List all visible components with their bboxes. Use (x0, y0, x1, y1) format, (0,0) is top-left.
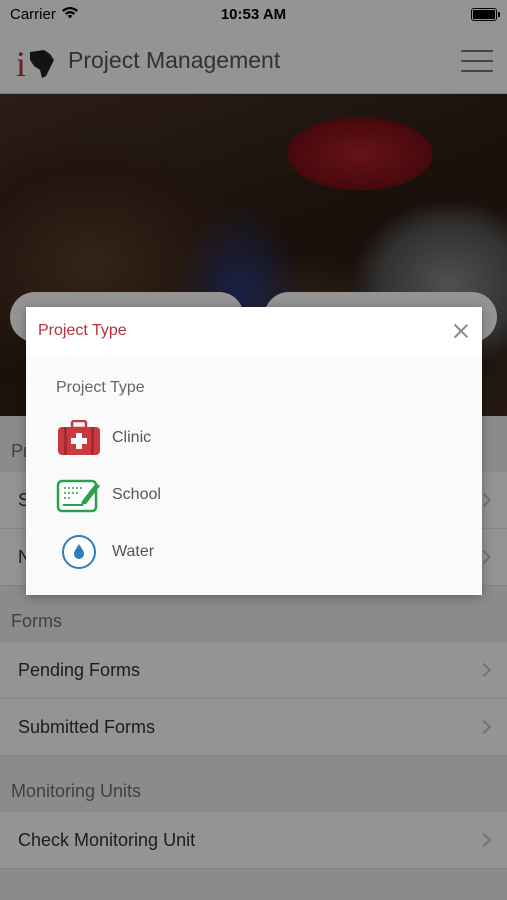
dialog-body: Project Type Clinic School Water (26, 355, 482, 580)
close-icon[interactable] (452, 322, 470, 340)
option-label: Water (112, 542, 155, 560)
first-aid-kit-icon (56, 415, 102, 461)
project-type-dialog: Project Type Project Type Clinic School … (26, 307, 482, 595)
option-water[interactable]: Water (56, 523, 452, 580)
dialog-subtitle: Project Type (56, 379, 145, 396)
option-clinic[interactable]: Clinic (56, 409, 452, 466)
dialog-header: Project Type (26, 307, 482, 355)
option-school[interactable]: School (56, 466, 452, 523)
options-list: Clinic School Water (56, 409, 452, 580)
option-label: School (112, 485, 161, 503)
option-label: Clinic (112, 428, 152, 446)
dialog-title: Project Type (38, 322, 127, 339)
water-drop-icon (56, 529, 102, 575)
chalkboard-pencil-icon (56, 472, 102, 518)
